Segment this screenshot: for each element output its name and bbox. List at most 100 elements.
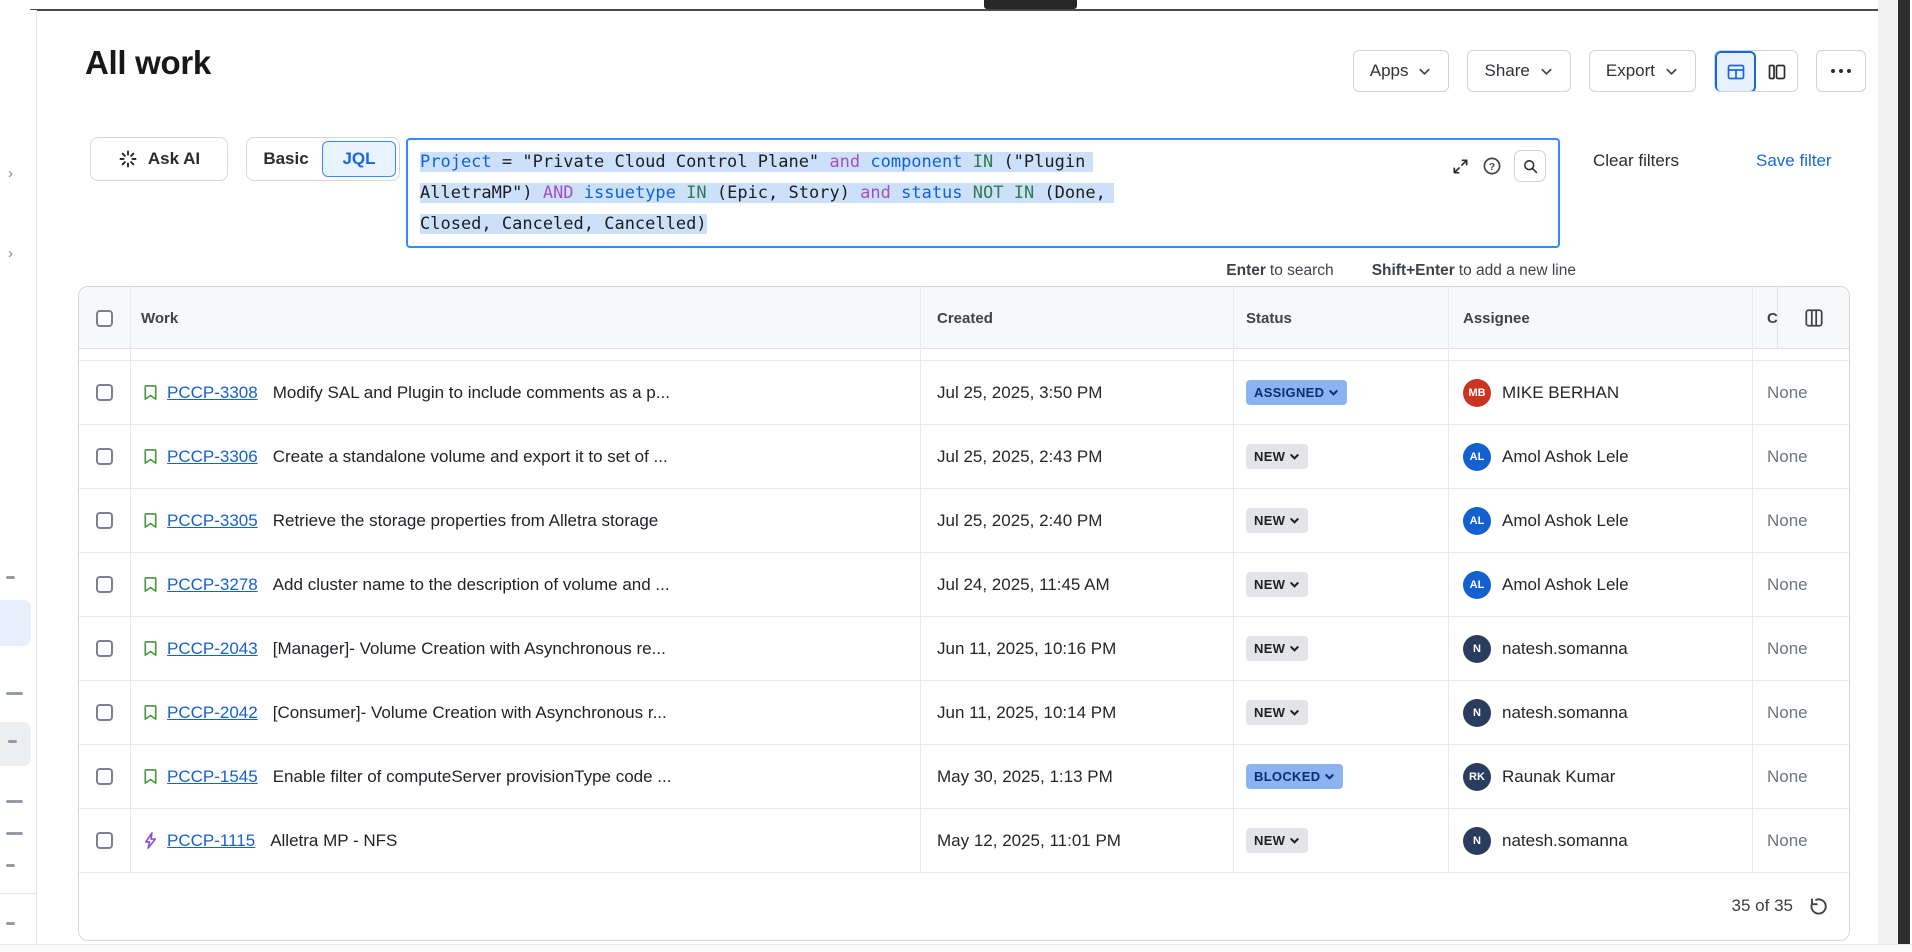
table-header: Work Created Status Assignee C: [79, 287, 1849, 349]
table-row[interactable]: PCCP-1115 Alletra MP - NFS May 12, 2025,…: [79, 809, 1849, 873]
column-header-work[interactable]: Work: [131, 287, 921, 349]
assignee-cell: N natesh.somanna: [1449, 617, 1753, 680]
issue-key-link[interactable]: PCCP-3306: [167, 447, 258, 467]
row-checkbox[interactable]: [96, 640, 113, 657]
sidebar-item-fragment[interactable]: [6, 800, 23, 803]
column-header-assignee[interactable]: Assignee: [1449, 287, 1753, 349]
table-row[interactable]: PCCP-2043 [Manager]- Volume Creation wit…: [79, 617, 1849, 681]
work-cell: PCCP-3305 Retrieve the storage propertie…: [131, 489, 921, 552]
export-button[interactable]: Export: [1589, 50, 1696, 92]
row-checkbox[interactable]: [96, 576, 113, 593]
sidebar-item-fragment[interactable]: [6, 922, 15, 925]
more-actions-button[interactable]: [1816, 50, 1866, 92]
status-badge[interactable]: NEW: [1246, 508, 1308, 533]
share-button[interactable]: Share: [1467, 50, 1570, 92]
chevron-right-icon[interactable]: ›: [8, 166, 13, 181]
avatar: AL: [1463, 571, 1491, 599]
table-row[interactable]: PCCP-3308 Modify SAL and Plugin to inclu…: [79, 361, 1849, 425]
status-badge[interactable]: NEW: [1246, 572, 1308, 597]
table-body: PCCP-3308 Modify SAL and Plugin to inclu…: [79, 349, 1849, 873]
status-label: NEW: [1254, 705, 1285, 720]
status-badge[interactable]: BLOCKED: [1246, 764, 1343, 789]
issue-summary[interactable]: [Manager]- Volume Creation with Asynchro…: [273, 639, 666, 659]
issue-key-link[interactable]: PCCP-3278: [167, 575, 258, 595]
comments-value: None: [1767, 703, 1808, 723]
issue-summary[interactable]: [Consumer]- Volume Creation with Asynchr…: [273, 703, 667, 723]
jql-help-button[interactable]: ?: [1482, 156, 1502, 176]
issue-summary[interactable]: Modify SAL and Plugin to include comment…: [273, 383, 670, 403]
chevron-right-icon[interactable]: ›: [8, 246, 13, 261]
chevron-down-icon: [1289, 835, 1300, 846]
select-all-checkbox[interactable]: [96, 310, 113, 327]
table-row[interactable]: PCCP-3305 Retrieve the storage propertie…: [79, 489, 1849, 553]
sidebar-item-fragment[interactable]: [6, 576, 15, 579]
sidebar-item-fragment[interactable]: [6, 692, 23, 695]
jql-mode-button[interactable]: JQL: [322, 141, 396, 177]
status-badge[interactable]: NEW: [1246, 636, 1308, 661]
expand-editor-button[interactable]: [1451, 157, 1470, 176]
detail-view-button[interactable]: [1756, 51, 1797, 92]
story-icon: [141, 383, 160, 402]
issue-key-link[interactable]: PCCP-2043: [167, 639, 258, 659]
detail-view-icon: [1767, 62, 1787, 82]
clear-filters-button[interactable]: Clear filters: [1593, 151, 1679, 171]
issue-summary[interactable]: Enable filter of computeServer provision…: [273, 767, 672, 787]
issue-summary[interactable]: Retrieve the storage properties from All…: [273, 511, 659, 531]
row-checkbox[interactable]: [96, 832, 113, 849]
status-badge[interactable]: NEW: [1246, 700, 1308, 725]
scrolled-row-sliver: [79, 349, 1849, 361]
row-checkbox[interactable]: [96, 704, 113, 721]
issue-summary[interactable]: Alletra MP - NFS: [270, 831, 397, 851]
table-row[interactable]: PCCP-1545 Enable filter of computeServer…: [79, 745, 1849, 809]
created-cell: May 12, 2025, 11:01 PM: [921, 809, 1234, 872]
status-cell: NEW: [1234, 617, 1449, 680]
status-label: NEW: [1254, 641, 1285, 656]
share-button-label: Share: [1484, 61, 1529, 81]
row-checkbox[interactable]: [96, 448, 113, 465]
status-badge[interactable]: ASSIGNED: [1246, 380, 1347, 405]
row-checkbox[interactable]: [96, 512, 113, 529]
ask-ai-button[interactable]: Ask AI: [90, 137, 228, 181]
table-row[interactable]: PCCP-2042 [Consumer]- Volume Creation wi…: [79, 681, 1849, 745]
apps-button-label: Apps: [1370, 61, 1409, 81]
basic-mode-button[interactable]: Basic: [250, 141, 322, 177]
columns-settings-button[interactable]: [1777, 287, 1849, 348]
chevron-down-icon: [1289, 515, 1300, 526]
sidebar-item-fragment[interactable]: [6, 832, 23, 835]
status-badge[interactable]: NEW: [1246, 828, 1308, 853]
status-cell: NEW: [1234, 553, 1449, 616]
status-badge[interactable]: NEW: [1246, 444, 1308, 469]
story-icon: [141, 575, 160, 594]
assignee-cell: N natesh.somanna: [1449, 681, 1753, 744]
row-checkbox[interactable]: [96, 384, 113, 401]
row-checkbox[interactable]: [96, 768, 113, 785]
jql-editor[interactable]: Project = "Private Cloud Control Plane" …: [406, 138, 1560, 248]
sidebar-item-hover[interactable]: [0, 722, 31, 766]
sidebar-item-selected[interactable]: [0, 600, 31, 646]
issue-key-link[interactable]: PCCP-1115: [167, 831, 255, 851]
issue-summary[interactable]: Add cluster name to the description of v…: [273, 575, 670, 595]
comments-value: None: [1767, 575, 1808, 595]
ellipsis-icon: [1829, 67, 1853, 75]
sidebar-item-fragment[interactable]: [8, 740, 17, 743]
column-header-created[interactable]: Created: [921, 287, 1234, 349]
issue-key-link[interactable]: PCCP-3308: [167, 383, 258, 403]
run-search-button[interactable]: [1514, 150, 1546, 182]
column-header-status[interactable]: Status: [1234, 287, 1449, 349]
jql-query-text[interactable]: Project = "Private Cloud Control Plane" …: [420, 147, 1114, 240]
sidebar-item-fragment[interactable]: [6, 864, 15, 867]
apps-button[interactable]: Apps: [1353, 50, 1450, 92]
save-filter-button[interactable]: Save filter: [1756, 151, 1832, 171]
issue-key-link[interactable]: PCCP-1545: [167, 767, 258, 787]
assignee-name: Amol Ashok Lele: [1502, 447, 1629, 467]
assignee-cell: MB MIKE BERHAN: [1449, 361, 1753, 424]
issue-key-link[interactable]: PCCP-2042: [167, 703, 258, 723]
refresh-button[interactable]: [1808, 896, 1829, 917]
table-view-button[interactable]: [1715, 51, 1756, 92]
issue-summary[interactable]: Create a standalone volume and export it…: [273, 447, 668, 467]
table-row[interactable]: PCCP-3306 Create a standalone volume and…: [79, 425, 1849, 489]
table-row[interactable]: PCCP-3278 Add cluster name to the descri…: [79, 553, 1849, 617]
export-button-label: Export: [1606, 61, 1655, 81]
issue-key-link[interactable]: PCCP-3305: [167, 511, 258, 531]
created-cell: Jul 25, 2025, 3:50 PM: [921, 361, 1234, 424]
